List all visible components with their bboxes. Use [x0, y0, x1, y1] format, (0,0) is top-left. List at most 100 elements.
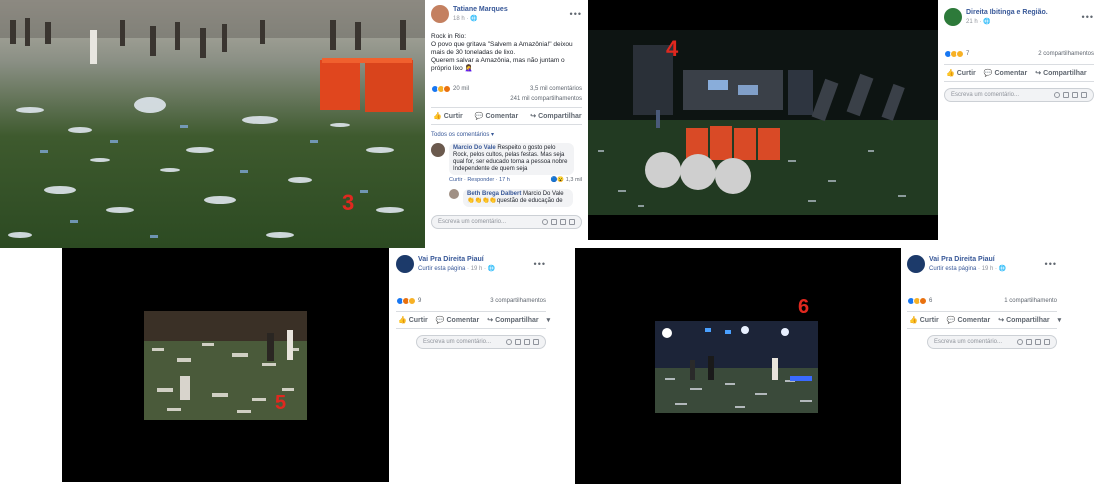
comment-text: qual for, ser educado torna a pessoa nob… [453, 159, 568, 165]
avatar[interactable] [431, 5, 449, 23]
avatar[interactable] [396, 255, 414, 273]
photo-4-panel [588, 0, 938, 240]
label-number-4: 4 [666, 36, 679, 61]
more-options-icon[interactable]: ••• [1082, 13, 1094, 22]
comment-input[interactable]: Escreva um comentário... [416, 335, 546, 349]
comment-bubble: Marcio Do Vale Respeito o gosto pelo Roc… [449, 143, 574, 175]
share-count[interactable]: 1 compartilhamento [1004, 298, 1057, 304]
gif-icon[interactable] [560, 219, 566, 225]
post-stats: 6 1 compartilhamento [907, 297, 1057, 305]
post-time[interactable]: 19 h [982, 266, 994, 272]
festival-trash-image [0, 0, 425, 248]
author-name[interactable]: Direita Ibitinga e Região. [966, 9, 1048, 16]
share-button[interactable]: ↪ Compartilhar [530, 112, 581, 121]
comment-button[interactable]: 💬 Comentar [436, 316, 479, 325]
reply-author[interactable]: Beth Brega Dalbert [467, 191, 521, 197]
sad-reaction-icon [956, 50, 964, 58]
post-time[interactable]: 19 h [471, 266, 483, 272]
emoji-icon[interactable] [1017, 339, 1023, 345]
post-text-line: Querem salvar a Amazônia, mas não juntam… [431, 57, 565, 64]
more-options-icon[interactable]: ••• [534, 260, 546, 269]
emoji-icon[interactable] [542, 219, 548, 225]
comment-input[interactable]: Escreva um comentário... [927, 335, 1057, 349]
like-label: Curtir [919, 316, 939, 324]
share-count[interactable]: 241 mil compartilhamentos [431, 96, 582, 102]
comment-reactions[interactable]: 🔵😮 1,3 mil [551, 177, 582, 183]
comment-input[interactable]: Escreva um comentário... [431, 215, 582, 229]
author-name[interactable]: Tatiane Marques [453, 6, 508, 13]
reactions-summary[interactable]: 9 [396, 297, 421, 305]
comment-author[interactable]: Marcio Do Vale [453, 145, 496, 151]
reactions-summary[interactable]: 7 [944, 50, 969, 58]
camera-icon[interactable] [515, 339, 521, 345]
author-name[interactable]: Vai Pra Direita Piauí [929, 256, 1006, 263]
post-stats: 20 mil 3,5 mil comentários [431, 85, 582, 93]
share-icon: ↪ [998, 317, 1005, 324]
share-button[interactable]: ↪ Compartilhar [487, 316, 539, 325]
post-time[interactable]: 18 h [453, 16, 465, 22]
post-meta: 18 h · 🌐 [453, 16, 478, 22]
like-button[interactable]: 👍 Curtir [909, 316, 939, 325]
wow-reaction-icon [408, 297, 416, 305]
comment-item: Marcio Do Vale Respeito o gosto pelo Roc… [431, 143, 582, 175]
comment-placeholder: Escreva um comentário... [951, 92, 1020, 98]
emoji-icon[interactable] [506, 339, 512, 345]
avatar[interactable] [449, 189, 459, 199]
share-label: Compartilhar [495, 316, 539, 324]
like-button[interactable]: 👍 Curtir [433, 112, 463, 121]
comment-input[interactable]: Escreva um comentário... [944, 88, 1094, 102]
camera-icon[interactable] [551, 219, 557, 225]
post-time[interactable]: 21 h [966, 19, 978, 25]
share-count[interactable]: 3 compartilhamentos [490, 298, 546, 304]
chevron-down-icon[interactable]: ▾ [1058, 316, 1062, 324]
reply-bubble: Beth Brega Dalbert Marcio Do Vale 👏👏👏👏qu… [463, 189, 573, 207]
gif-icon[interactable] [524, 339, 530, 345]
more-options-icon[interactable]: ••• [1045, 260, 1057, 269]
reactions-summary[interactable]: 6 [907, 297, 932, 305]
angry-reaction-icon [919, 297, 927, 305]
camera-icon[interactable] [1026, 339, 1032, 345]
gif-icon[interactable] [1035, 339, 1041, 345]
sticker-icon[interactable] [1081, 92, 1087, 98]
like-button[interactable]: 👍 Curtir [398, 316, 428, 325]
like-page-link[interactable]: Curtir esta página [418, 266, 465, 272]
avatar[interactable] [431, 143, 445, 157]
comment-actions-text[interactable]: Curtir · Responder · 17 h [449, 177, 510, 183]
like-page-link[interactable]: Curtir esta página [929, 266, 976, 272]
comment-tools [506, 339, 539, 345]
gif-icon[interactable] [1072, 92, 1078, 98]
emoji-icon[interactable] [1054, 92, 1060, 98]
reply-mention[interactable]: Marcio Do Vale [523, 191, 564, 197]
camera-icon[interactable] [1063, 92, 1069, 98]
collage-canvas: 3 Tatiane Marques 18 h · 🌐 ••• Rock in R… [0, 0, 1100, 484]
sticker-icon[interactable] [569, 219, 575, 225]
like-button[interactable]: 👍 Curtir [946, 69, 976, 78]
night-stage-image [588, 0, 938, 240]
comment-placeholder: Escreva um comentário... [934, 339, 1003, 345]
comment-button[interactable]: 💬 Comentar [947, 316, 990, 325]
comment-placeholder: Escreva um comentário... [423, 339, 492, 345]
sticker-icon[interactable] [533, 339, 539, 345]
comment-count[interactable]: 3,5 mil comentários [530, 86, 582, 92]
all-comments-filter[interactable]: Todos os comentários ▾ [431, 131, 582, 138]
share-button[interactable]: ↪ Compartilhar [1035, 69, 1086, 78]
share-count[interactable]: 2 compartilhamentos [1038, 51, 1094, 57]
reaction-count: 9 [418, 298, 422, 304]
author-block: Tatiane Marques 18 h · 🌐 [453, 6, 508, 22]
comment-button[interactable]: 💬 Comentar [475, 112, 518, 121]
stadium-trash-image [575, 248, 901, 484]
sticker-icon[interactable] [1044, 339, 1050, 345]
more-options-icon[interactable]: ••• [570, 10, 582, 19]
reaction-icons: 🔵😮 [550, 177, 565, 183]
like-label: Curtir [408, 316, 428, 324]
reactions-summary[interactable]: 20 mil [431, 85, 469, 93]
post-meta: Curtir esta página · 19 h · 🌐 [929, 266, 1007, 272]
author-name[interactable]: Vai Pra Direita Piauí [418, 256, 495, 263]
avatar[interactable] [907, 255, 925, 273]
comment-button[interactable]: 💬 Comentar [984, 69, 1027, 78]
share-label: Compartilhar [1006, 316, 1050, 324]
chevron-down-icon[interactable]: ▾ [547, 316, 551, 324]
share-button[interactable]: ↪ Compartilhar [998, 316, 1050, 325]
photo-3-festival-trash [0, 0, 425, 248]
avatar[interactable] [944, 8, 962, 26]
